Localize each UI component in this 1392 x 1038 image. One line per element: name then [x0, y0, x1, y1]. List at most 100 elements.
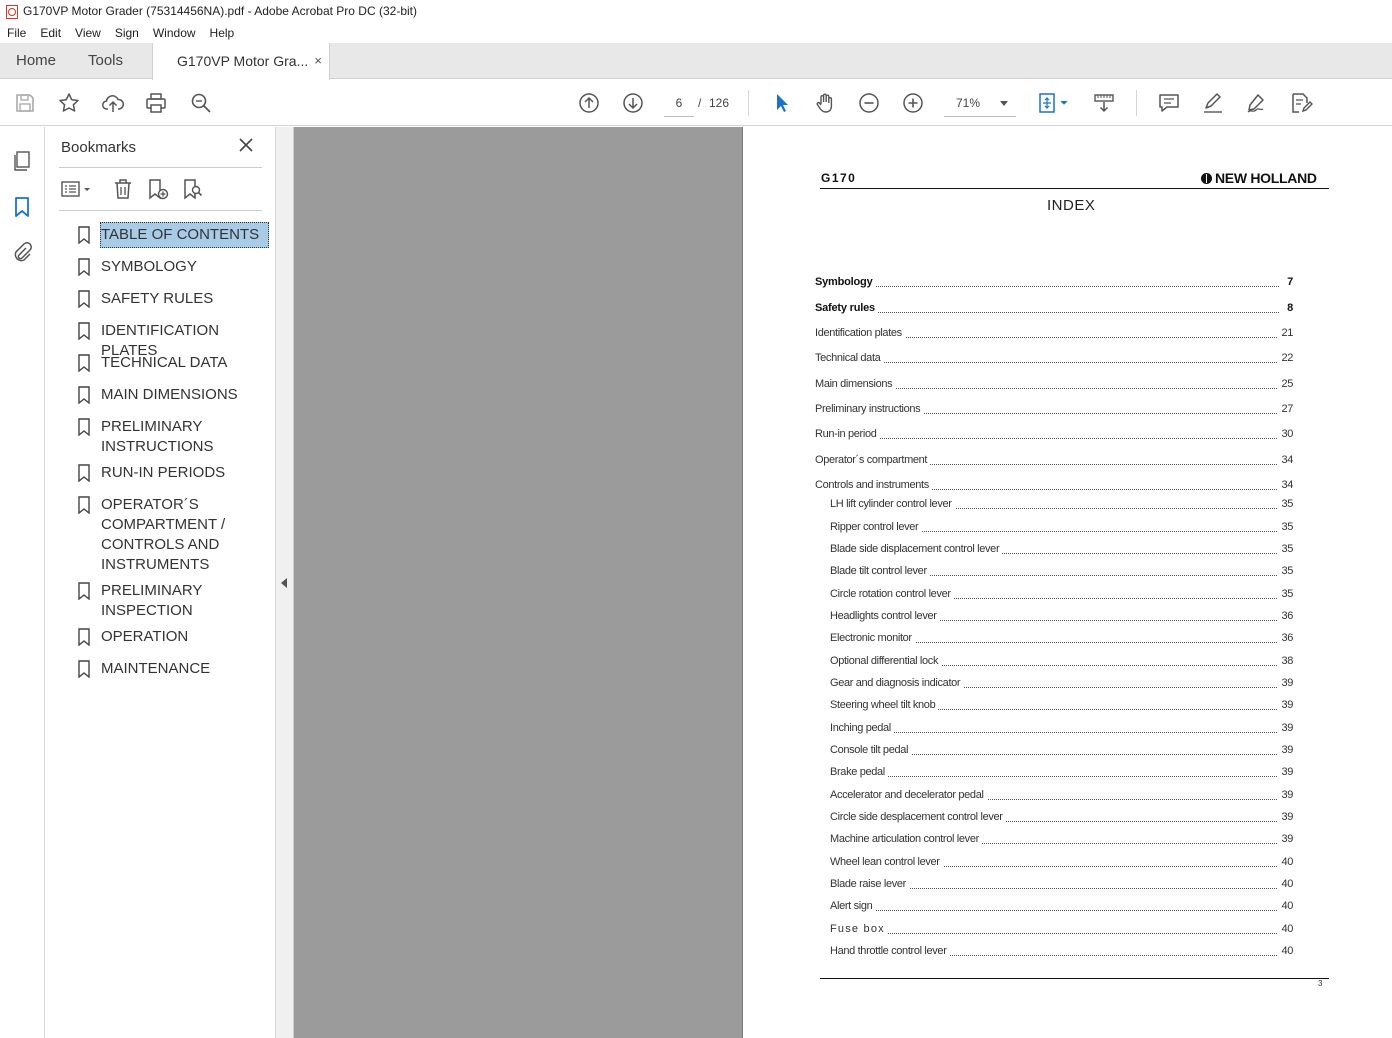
sign-icon[interactable] — [1245, 91, 1269, 115]
find-bookmark-icon[interactable] — [180, 177, 204, 201]
toc-leader-dots — [815, 312, 1279, 313]
toc-entry[interactable]: Circle rotation control lever 35 — [830, 587, 1293, 601]
toc-entry-page: 39 — [1278, 810, 1293, 824]
toc-entry[interactable]: Run-in period 30 — [815, 427, 1293, 441]
bookmark-icon — [77, 464, 91, 483]
toc-entry[interactable]: Wheel lean control lever 40 — [830, 855, 1293, 869]
bookmark-icon — [77, 660, 91, 679]
toc-entry[interactable]: Steering wheel tilt knob 39 — [830, 698, 1293, 712]
toc-entry[interactable]: Gear and diagnosis indicator 39 — [830, 676, 1293, 690]
page-up-icon[interactable] — [577, 91, 601, 115]
menu-view[interactable]: View — [68, 26, 108, 40]
tab-document[interactable]: G170VP Motor Gra... × — [152, 43, 330, 80]
toc-entry[interactable]: Blade side displacement control lever 35 — [830, 542, 1293, 556]
toc-entry[interactable]: Ripper control lever 35 — [830, 520, 1293, 534]
toc-entry[interactable]: Hand throttle control lever 40 — [830, 944, 1293, 958]
toc-entry[interactable]: Inching pedal 39 — [830, 721, 1293, 735]
toc-entry[interactable]: Alert sign 40 — [830, 899, 1293, 913]
fit-page-icon[interactable] — [1037, 91, 1071, 115]
zoom-value: 71% — [956, 96, 981, 110]
menu-bar: File Edit View Sign Window Help — [0, 22, 1392, 43]
edit-pdf-icon[interactable] — [1289, 91, 1313, 115]
toc-entry[interactable]: LH lift cylinder control lever 35 — [830, 497, 1293, 511]
tab-home[interactable]: Home — [16, 43, 56, 79]
bookmark-label: RUN-IN PERIODS — [101, 464, 226, 481]
page-number-input[interactable] — [664, 89, 694, 117]
toc-entry[interactable]: Operator´s compartment 34 — [815, 453, 1293, 467]
toc-entry-page: 39 — [1278, 832, 1293, 846]
tab-tools[interactable]: Tools — [88, 43, 123, 79]
menu-file[interactable]: File — [0, 26, 33, 40]
menu-sign[interactable]: Sign — [108, 26, 146, 40]
toc-entry[interactable]: Accelerator and decelerator pedal 39 — [830, 788, 1293, 802]
bookmark-icon — [77, 290, 91, 309]
tab-bar: Home Tools G170VP Motor Gra... × — [0, 43, 1392, 80]
zoom-in-icon[interactable] — [901, 91, 925, 115]
window-title: G170VP Motor Grader (75314456NA).pdf - A… — [23, 4, 417, 18]
divider — [59, 210, 262, 211]
toc-entry[interactable]: Main dimensions 25 — [815, 377, 1293, 391]
toc-entry[interactable]: Blade tilt control lever 35 — [830, 564, 1293, 578]
attachments-icon[interactable] — [10, 240, 34, 264]
panel-splitter[interactable] — [276, 127, 294, 1038]
page-down-icon[interactable] — [621, 91, 645, 115]
print-icon[interactable] — [144, 91, 168, 115]
toc-entry-page: 35 — [1278, 497, 1293, 511]
toc-entry[interactable]: Optional differential lock 38 — [830, 654, 1293, 668]
comment-icon[interactable] — [1157, 91, 1181, 115]
menu-window[interactable]: Window — [146, 26, 203, 40]
menu-help[interactable]: Help — [203, 26, 242, 40]
new-bookmark-icon[interactable] — [145, 177, 169, 201]
toc-entry-label: Machine articulation control lever — [830, 832, 982, 846]
toc-leader-dots — [830, 776, 1279, 777]
search-zoom-icon[interactable] — [189, 91, 213, 115]
scroll-mode-icon[interactable] — [1092, 91, 1116, 115]
toc-entry-page: 40 — [1278, 899, 1293, 913]
toc-entry[interactable]: Blade raise lever 40 — [830, 877, 1293, 891]
menu-edit[interactable]: Edit — [33, 26, 68, 40]
select-arrow-icon[interactable] — [769, 91, 793, 115]
toc-entry[interactable]: Safety rules 8 — [815, 301, 1293, 315]
bookmarks-icon[interactable] — [10, 195, 34, 219]
toc-entry-label: Circle rotation control lever — [830, 587, 954, 601]
toc-entry-page: 38 — [1278, 654, 1293, 668]
toc-entry-label: LH lift cylinder control lever — [830, 497, 955, 511]
upload-icon[interactable] — [101, 91, 125, 115]
star-icon[interactable] — [57, 91, 81, 115]
toc-entry[interactable]: Preliminary instructions 27 — [815, 402, 1293, 416]
delete-bookmark-icon[interactable] — [111, 177, 135, 201]
toolbar — [0, 80, 1392, 126]
toc-entry[interactable]: Controls and instruments 34 — [815, 478, 1293, 492]
toc-entry[interactable]: Circle side desplacement control lever 39 — [830, 810, 1293, 824]
toc-entry-page: 35 — [1278, 564, 1293, 578]
bookmark-label: TABLE OF CONTENTS — [100, 222, 269, 248]
toc-entry-page: 21 — [1278, 326, 1293, 340]
toc-entry-label: Blade raise lever — [830, 877, 909, 891]
bookmark-options-icon[interactable] — [59, 177, 93, 201]
toc-entry[interactable]: Symbology 7 — [815, 275, 1293, 289]
tab-close-icon[interactable]: × — [314, 43, 322, 79]
toc-entry[interactable]: Brake pedal 39 — [830, 765, 1293, 779]
highlight-icon[interactable] — [1201, 91, 1225, 115]
toc-entry-page: 40 — [1278, 922, 1293, 936]
toc-entry[interactable]: Machine articulation control lever 39 — [830, 832, 1293, 846]
toc-entry[interactable]: Headlights control lever 36 — [830, 609, 1293, 623]
toc-entry-label: Symbology — [815, 275, 876, 289]
toc-entry[interactable]: Electronic monitor 36 — [830, 631, 1293, 645]
zoom-dropdown[interactable]: 71% — [944, 89, 1016, 117]
toc-entry-page: 36 — [1278, 609, 1293, 623]
save-icon[interactable] — [13, 91, 37, 115]
hand-icon[interactable] — [813, 91, 837, 115]
bookmark-icon — [77, 386, 91, 405]
bookmark-icon — [77, 582, 91, 601]
toc-entry[interactable]: Identification plates 21 — [815, 326, 1293, 340]
header-model: G170 — [821, 171, 857, 185]
toc-entry[interactable]: Fuse box 40 — [830, 922, 1293, 936]
toc-entry[interactable]: Technical data 22 — [815, 351, 1293, 365]
page-thumbnails-icon[interactable] — [10, 149, 34, 173]
toc-entry-page: 34 — [1278, 453, 1293, 467]
toc-entry[interactable]: Console tilt pedal 39 — [830, 743, 1293, 757]
close-icon[interactable] — [238, 137, 254, 153]
zoom-out-icon[interactable] — [857, 91, 881, 115]
collapse-left-icon[interactable] — [281, 578, 287, 588]
